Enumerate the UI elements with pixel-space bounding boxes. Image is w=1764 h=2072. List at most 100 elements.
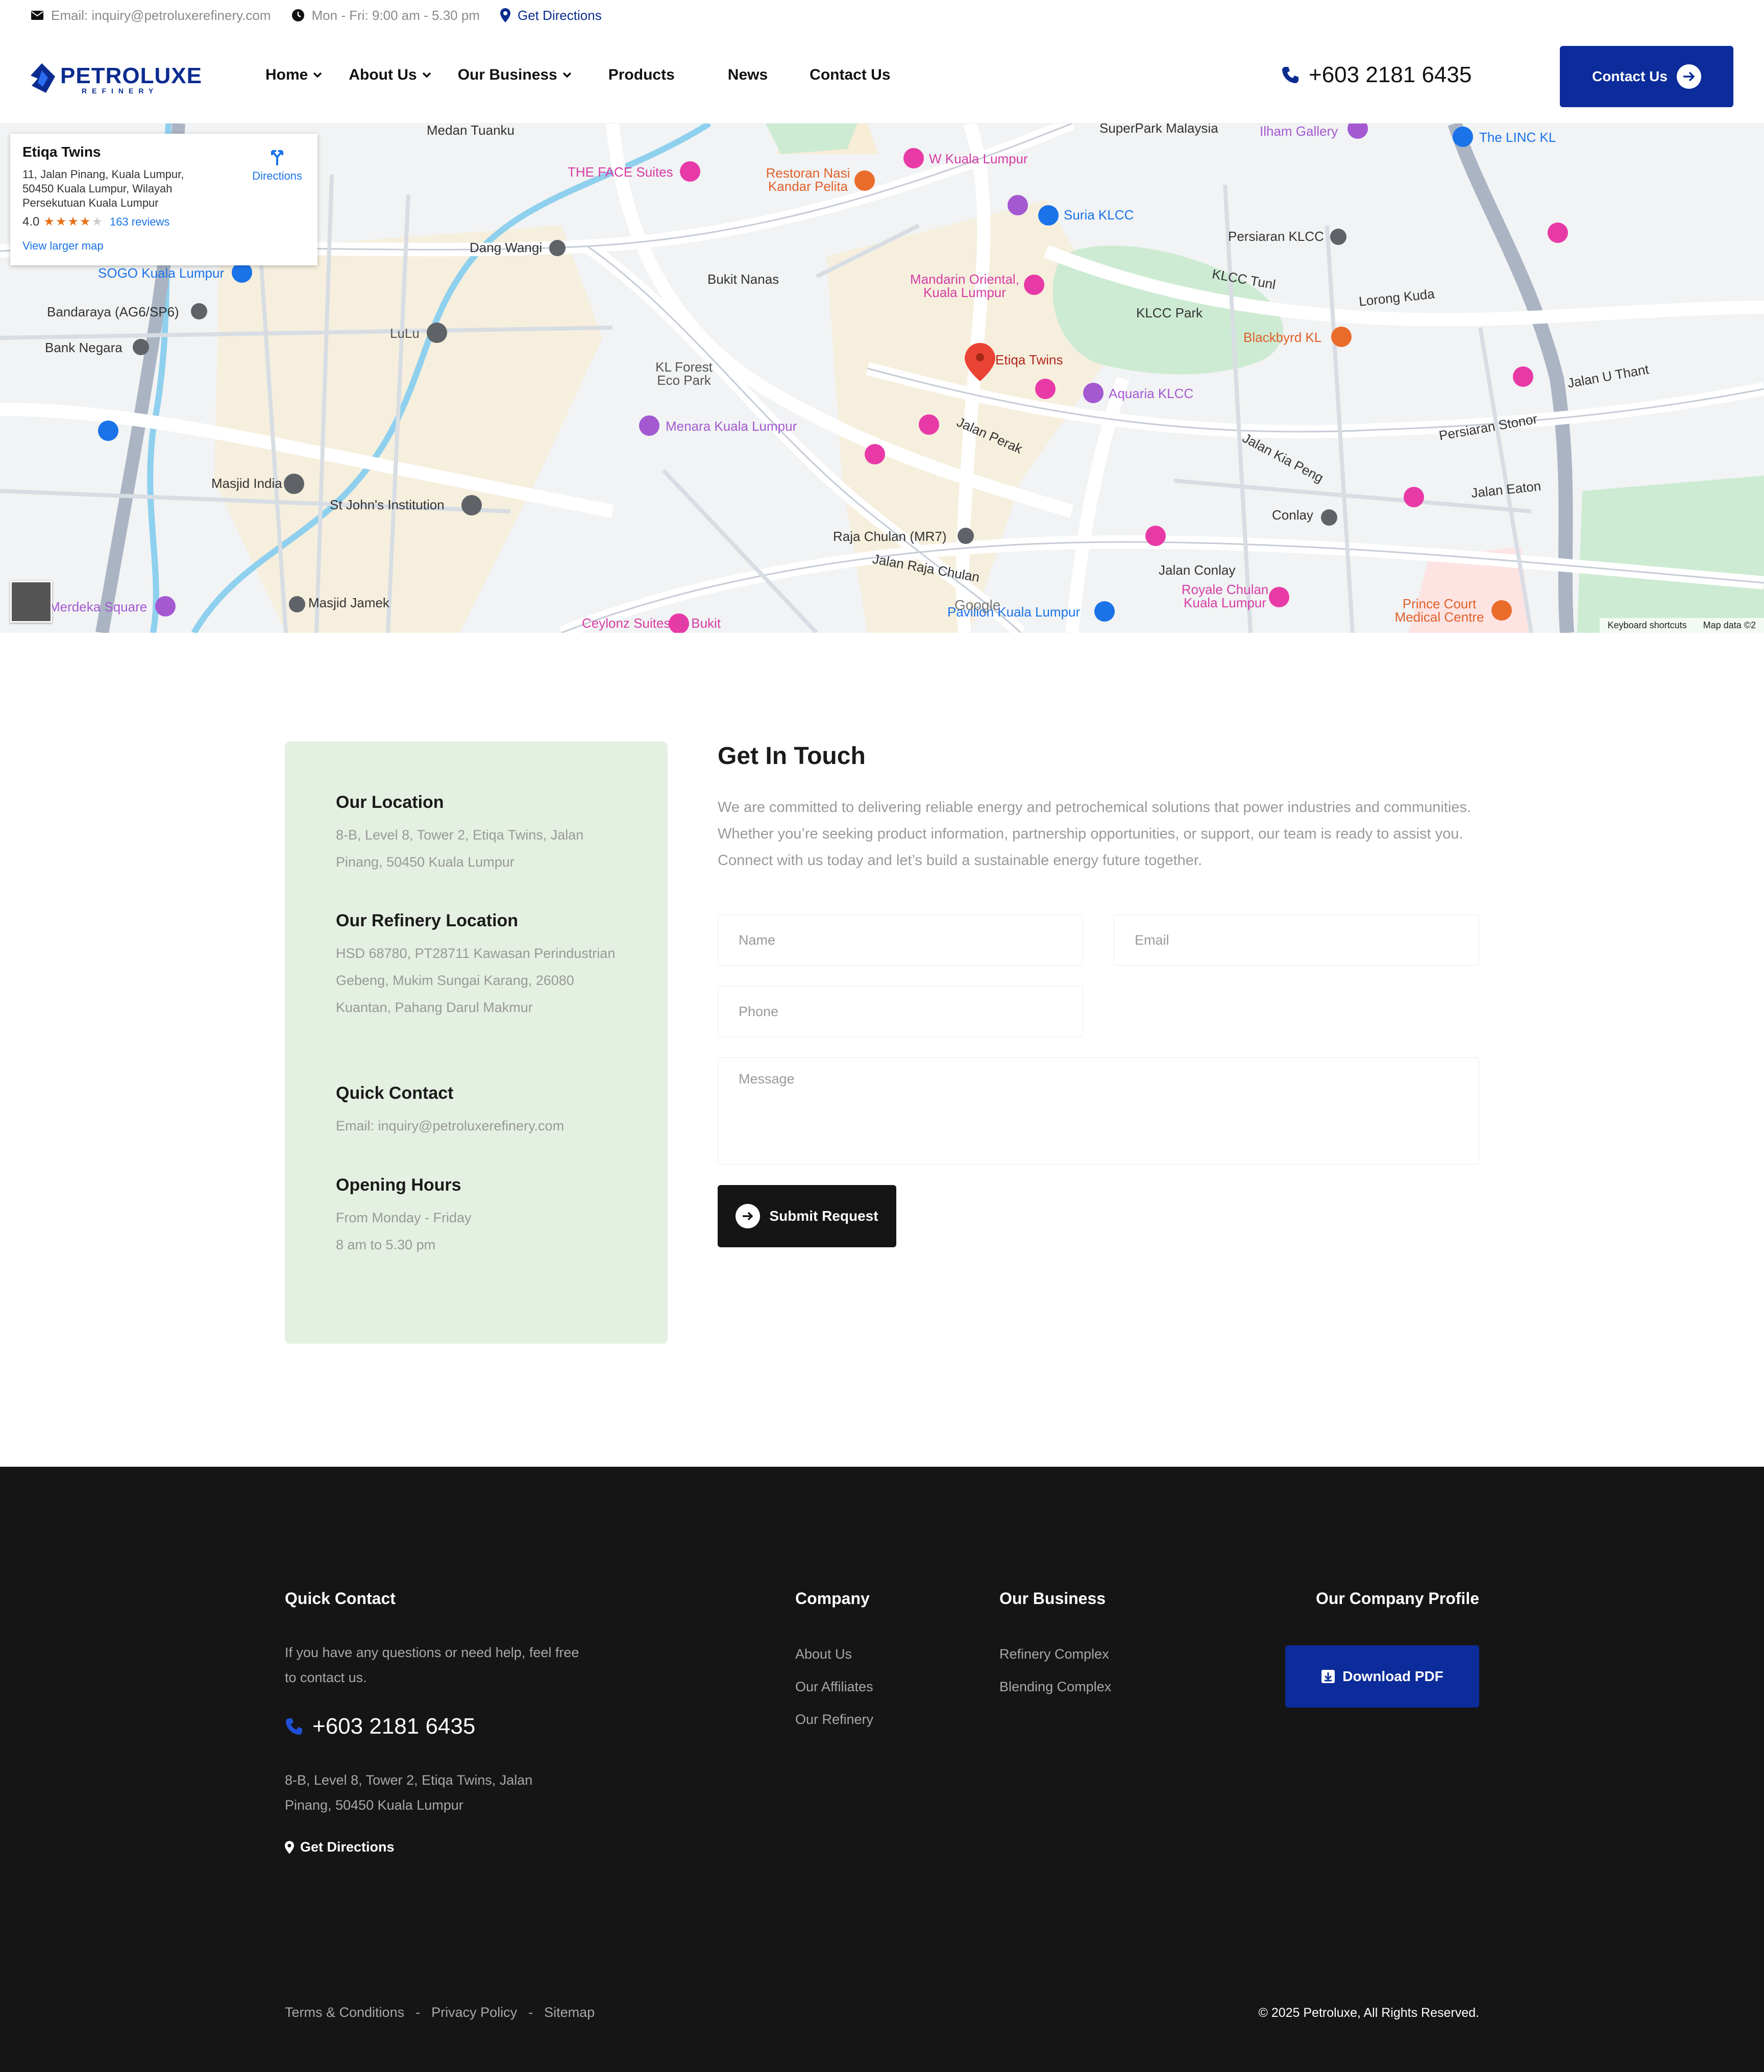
map-label: Jalan Conlay: [1159, 562, 1236, 578]
map-label: Masjid India: [211, 476, 282, 491]
map-label: Bandaraya (AG6/SP6): [47, 304, 179, 319]
opening-hours-block: Opening Hours From Monday - Friday 8 am …: [336, 1175, 622, 1259]
map-label: St John's Institution: [330, 497, 445, 512]
nav-item-home[interactable]: Home: [265, 66, 322, 84]
phone-icon: [1282, 67, 1298, 83]
phone-input[interactable]: [718, 986, 1083, 1037]
arrow-right-icon: [1676, 64, 1701, 89]
map-label: Bukit Nanas: [707, 272, 779, 287]
submit-request-button[interactable]: Submit Request: [718, 1185, 896, 1247]
terms-link[interactable]: Terms & Conditions: [285, 2005, 404, 2020]
map-label: Suria KLCC: [1064, 207, 1134, 223]
map-label: Blackbyrd KL: [1243, 330, 1322, 345]
topbar-directions-link[interactable]: Get Directions: [500, 8, 602, 23]
nav-item-news[interactable]: News: [728, 66, 768, 84]
refinery-title: Our Refinery Location: [336, 911, 519, 930]
nav-item-about[interactable]: About Us: [349, 66, 431, 84]
privacy-link[interactable]: Privacy Policy: [431, 2005, 517, 2020]
header-phone[interactable]: +603 2181 6435: [1281, 62, 1472, 88]
map-label: Menara Kuala Lumpur: [666, 418, 797, 434]
map-label: Medan Tuanku: [427, 124, 515, 138]
map-label: Etiqa Twins: [995, 352, 1063, 367]
satellite-toggle[interactable]: [10, 581, 52, 623]
phone-icon: [286, 1718, 302, 1735]
map-label: LuLu: [390, 326, 420, 341]
footer-directions-link[interactable]: Get Directions: [285, 1839, 395, 1855]
topbar-directions-text: Get Directions: [517, 7, 602, 23]
map-label: Prince Court Medical Centre: [1394, 596, 1484, 625]
top-info-bar: Email: inquiry@petroluxerefinery.com Mon…: [0, 0, 1764, 31]
footer-link-refinery-complex[interactable]: Refinery Complex: [999, 1646, 1109, 1662]
map-label: Raja Chulan (MR7): [833, 529, 947, 544]
sitemap-link[interactable]: Sitemap: [544, 2005, 595, 2020]
contact-info-box: Our Location 8-B, Level 8, Tower 2, Etiq…: [285, 742, 668, 1344]
footer-phone[interactable]: +603 2181 6435: [285, 1714, 475, 1739]
nav-item-products[interactable]: Products: [608, 66, 675, 84]
copyright: © 2025 Petroluxe, All Rights Reserved.: [1258, 2006, 1479, 2020]
envelope-icon: [31, 11, 43, 20]
map-label: Dang Wangi: [470, 240, 543, 255]
map-label: Royale Chulan Kuala Lumpur: [1181, 582, 1269, 610]
chevron-down-icon: [422, 72, 431, 78]
site-header: PETROLUXE REFINERY Home About Us Our Bus…: [0, 31, 1764, 124]
map-larger-link[interactable]: View larger map: [22, 239, 305, 253]
nav-label: Products: [608, 66, 675, 83]
map-label: W Kuala Lumpur: [929, 151, 1028, 166]
footer-company-title: Company: [795, 1589, 870, 1608]
footer-separator: -: [528, 2005, 533, 2020]
brand-logo[interactable]: PETROLUXE REFINERY: [31, 62, 202, 96]
footer-link-about[interactable]: About Us: [795, 1646, 852, 1662]
keyboard-shortcuts-link[interactable]: Keyboard shortcuts: [1600, 618, 1695, 633]
footer-profile-title: Our Company Profile: [1315, 1589, 1479, 1608]
map-rating-value: 4.0: [22, 214, 40, 229]
location-title: Our Location: [336, 793, 444, 812]
footer-quick-title: Quick Contact: [285, 1589, 396, 1608]
topbar-email[interactable]: Email: inquiry@petroluxerefinery.com: [31, 8, 271, 23]
map-directions-label: Directions: [252, 169, 302, 182]
map-label: The LINC KL: [1479, 130, 1556, 145]
map-label: Conlay: [1272, 507, 1313, 523]
nav-label: Home: [265, 66, 308, 83]
embedded-map[interactable]: Medan Tuanku THE FACE Suites Restoran Na…: [0, 124, 1764, 633]
header-contact-button[interactable]: Contact Us: [1560, 46, 1733, 107]
map-reviews-link[interactable]: 163 reviews: [110, 215, 169, 229]
map-label: SOGO Kuala Lumpur: [98, 265, 225, 281]
chevron-down-icon: [562, 72, 571, 78]
form-intro: We are committed to delivering reliable …: [718, 799, 1471, 869]
quick-contact-title: Quick Contact: [336, 1083, 454, 1103]
submit-label: Submit Request: [769, 1208, 878, 1224]
footer-quick-text: If you have any questions or need help, …: [285, 1645, 579, 1685]
nav-item-our-business[interactable]: Our Business: [458, 66, 572, 84]
refinery-block: Our Refinery Location HSD 68780, PT28711…: [336, 911, 622, 1021]
map-label: SuperPark Malaysia: [1099, 124, 1218, 136]
map-label: Restoran Nasi Kandar Pelita: [766, 165, 850, 194]
nav-label: Our Business: [457, 66, 557, 83]
quick-contact-email[interactable]: Email: inquiry@petroluxerefinery.com: [336, 1113, 622, 1140]
map-label: Ilham Gallery: [1260, 124, 1338, 139]
map-place-address: 11, Jalan Pinang, Kuala Lumpur, 50450 Ku…: [22, 168, 184, 209]
download-pdf-button[interactable]: Download PDF: [1285, 1645, 1479, 1708]
chevron-down-icon: [313, 72, 322, 78]
location-pin-icon: [500, 8, 510, 22]
name-input[interactable]: [718, 915, 1083, 966]
footer-link-refinery[interactable]: Our Refinery: [795, 1712, 873, 1728]
map-data-text: Map data ©2: [1703, 620, 1756, 630]
map-directions-button[interactable]: Directions: [252, 146, 302, 183]
message-input[interactable]: [718, 1057, 1479, 1165]
brand-name: PETROLUXE: [60, 63, 202, 88]
site-footer: Quick Contact If you have any questions …: [0, 1467, 1764, 2072]
map-footer: Keyboard shortcuts Map data ©2: [1599, 618, 1764, 633]
topbar-hours-text: Mon - Fri: 9:00 am - 5.30 pm: [311, 7, 480, 23]
header-contact-label: Contact Us: [1592, 68, 1668, 84]
google-logo: Google: [954, 597, 1001, 613]
footer-link-blending-complex[interactable]: Blending Complex: [999, 1679, 1111, 1695]
opening-hours-time: 8 am to 5.30 pm: [336, 1237, 436, 1252]
quick-contact-block: Quick Contact Email: inquiry@petroluxere…: [336, 1083, 622, 1140]
header-phone-number: +603 2181 6435: [1309, 62, 1472, 87]
footer-link-affiliates[interactable]: Our Affiliates: [795, 1679, 873, 1695]
footer-separator: -: [415, 2005, 421, 2020]
footer-business-title: Our Business: [999, 1589, 1106, 1608]
email-input[interactable]: [1114, 915, 1479, 966]
nav-label: Contact Us: [810, 66, 891, 83]
nav-item-contact[interactable]: Contact Us: [810, 66, 890, 84]
